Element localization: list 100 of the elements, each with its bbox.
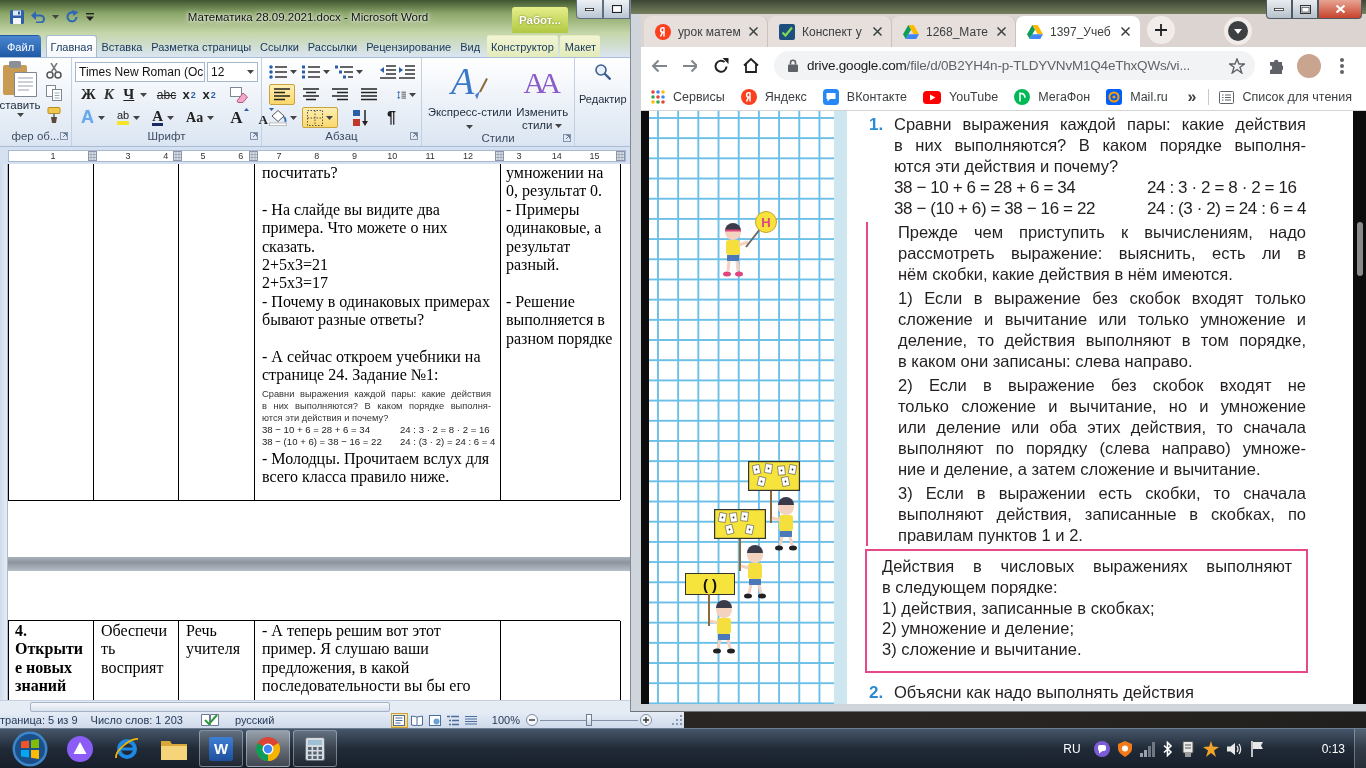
close-icon[interactable] xyxy=(997,27,1006,36)
minimize-button[interactable] xyxy=(576,0,603,19)
shield-icon[interactable] xyxy=(1116,740,1133,757)
more-bookmarks-button[interactable]: » xyxy=(1183,88,1201,106)
maximize-button[interactable] xyxy=(603,0,630,19)
browser-tab[interactable]: 1397_Учеб xyxy=(1016,16,1140,47)
ribbon-tab[interactable]: Разметка страницы xyxy=(146,35,256,57)
numbering-icon[interactable] xyxy=(302,64,320,79)
star-icon[interactable] xyxy=(1229,57,1245,74)
clock[interactable]: 0:13 xyxy=(1321,741,1345,756)
puzzle-icon[interactable] xyxy=(1269,57,1283,74)
chat-bubble-icon[interactable] xyxy=(1093,740,1110,757)
scissors-icon[interactable] xyxy=(46,63,62,79)
redo-icon[interactable] xyxy=(66,10,79,23)
back-icon[interactable] xyxy=(651,58,667,73)
format-painter-icon[interactable] xyxy=(46,107,62,123)
zoom-out-icon[interactable] xyxy=(526,714,538,726)
bold-button[interactable]: Ж xyxy=(79,84,98,105)
view-button[interactable] xyxy=(390,712,408,728)
column-marker-icon[interactable] xyxy=(249,150,258,161)
caret-icon[interactable] xyxy=(409,92,416,97)
ribbon-tab[interactable]: Главная xyxy=(46,35,97,57)
column-marker-icon[interactable] xyxy=(616,150,625,161)
ribbon-tab[interactable]: Вид xyxy=(455,35,485,57)
view-button[interactable] xyxy=(408,712,426,728)
new-tab-button[interactable] xyxy=(1147,15,1175,44)
bookmark[interactable]: Mail.ru xyxy=(1098,85,1176,109)
multilevel-list-icon[interactable] xyxy=(335,64,353,79)
ribbon-tab[interactable]: Макет xyxy=(560,35,601,57)
dialog-launcher-icon[interactable] xyxy=(250,132,258,140)
scrollbar-thumb[interactable] xyxy=(30,701,390,712)
tab-search-button[interactable] xyxy=(1224,16,1252,45)
minimize-button[interactable] xyxy=(1266,0,1292,19)
taskbar-app-button[interactable]: W xyxy=(199,730,243,767)
menu-icon[interactable] xyxy=(1340,57,1344,74)
column-marker-icon[interactable] xyxy=(173,150,182,161)
browser-tab[interactable]: Конспект у xyxy=(768,16,892,47)
borders-button[interactable] xyxy=(302,107,338,128)
reload-icon[interactable] xyxy=(713,57,729,74)
font-color-button[interactable]: A xyxy=(144,107,166,128)
signal-icon[interactable] xyxy=(1139,740,1156,757)
caret-icon[interactable] xyxy=(52,14,59,19)
bookmark[interactable]: Яндекс xyxy=(732,85,815,109)
ribbon-tab[interactable]: Рецензирование xyxy=(361,35,456,57)
caret-icon[interactable] xyxy=(98,115,105,120)
caret-icon[interactable] xyxy=(356,69,363,74)
home-icon[interactable] xyxy=(743,58,759,73)
close-button[interactable] xyxy=(1318,0,1362,19)
align-left-button[interactable] xyxy=(269,84,295,105)
save-icon[interactable] xyxy=(10,9,24,24)
dialog-launcher-icon[interactable] xyxy=(60,132,68,140)
show-desktop-button[interactable] xyxy=(1354,728,1366,768)
column-marker-icon[interactable] xyxy=(495,150,504,161)
editing-button[interactable]: Редактир xyxy=(579,62,627,146)
caret-icon[interactable] xyxy=(323,69,330,74)
sort-icon[interactable] xyxy=(353,109,369,126)
spell-check-icon[interactable] xyxy=(200,713,219,727)
superscript-button[interactable]: x$^{2}$ xyxy=(200,84,219,105)
caret-icon[interactable] xyxy=(167,115,175,120)
caret-icon[interactable] xyxy=(139,92,147,97)
flag-icon[interactable] xyxy=(1249,740,1264,757)
font-name-field[interactable]: Times New Roman (Ос xyxy=(75,61,205,82)
quick-styles-button[interactable]: A Экспресс-стили xyxy=(426,61,514,132)
change-styles-button[interactable]: AA Изменить стили xyxy=(513,61,571,132)
ribbon-tab[interactable]: Конструктор xyxy=(486,35,559,57)
strikethrough-button[interactable]: abc xyxy=(154,84,179,105)
caret-icon[interactable] xyxy=(290,115,297,120)
lock-icon[interactable] xyxy=(788,59,798,72)
ribbon-tab[interactable]: Ссылки xyxy=(255,35,304,57)
reading-list-button[interactable]: Список для чтения xyxy=(1211,85,1360,109)
font-size-field[interactable]: 12 xyxy=(207,61,258,82)
speaker-icon[interactable] xyxy=(1225,740,1243,757)
scrollbar-thumb[interactable] xyxy=(1356,222,1363,276)
bookmark[interactable]: Сервисы xyxy=(643,85,733,109)
increase-indent-icon[interactable] xyxy=(399,64,415,79)
taskbar-app-button[interactable] xyxy=(246,730,290,767)
close-icon[interactable] xyxy=(1121,27,1130,36)
show-formatting-marks-button[interactable]: ¶ xyxy=(382,107,401,128)
taskbar-app-button[interactable] xyxy=(293,730,337,767)
customize-icon[interactable] xyxy=(86,12,94,21)
bullets-icon[interactable] xyxy=(269,64,287,79)
forward-icon[interactable] xyxy=(683,58,697,73)
caret-icon[interactable] xyxy=(133,115,141,120)
underline-button[interactable]: Ч xyxy=(119,84,138,105)
language-indicator[interactable]: RU xyxy=(1063,741,1081,756)
caret-icon[interactable] xyxy=(290,69,297,74)
dialog-launcher-icon[interactable] xyxy=(410,132,418,140)
device-icon[interactable] xyxy=(1179,740,1196,757)
slider-thumb[interactable] xyxy=(586,714,592,726)
column-marker-icon[interactable] xyxy=(88,150,97,161)
maximize-button[interactable] xyxy=(1292,0,1318,19)
shading-icon[interactable] xyxy=(269,109,287,126)
bluetooth-icon[interactable] xyxy=(1162,740,1173,757)
file-menu-button[interactable]: Файл xyxy=(0,35,42,57)
browser-tab[interactable]: урок матем xyxy=(644,16,768,47)
browser-tab[interactable]: 1268_Мате xyxy=(892,16,1016,47)
close-icon[interactable] xyxy=(749,27,758,36)
dialog-launcher-icon[interactable] xyxy=(563,134,571,142)
ribbon-tab[interactable]: Вставка xyxy=(96,35,147,57)
zoom-in-icon[interactable] xyxy=(640,714,652,726)
